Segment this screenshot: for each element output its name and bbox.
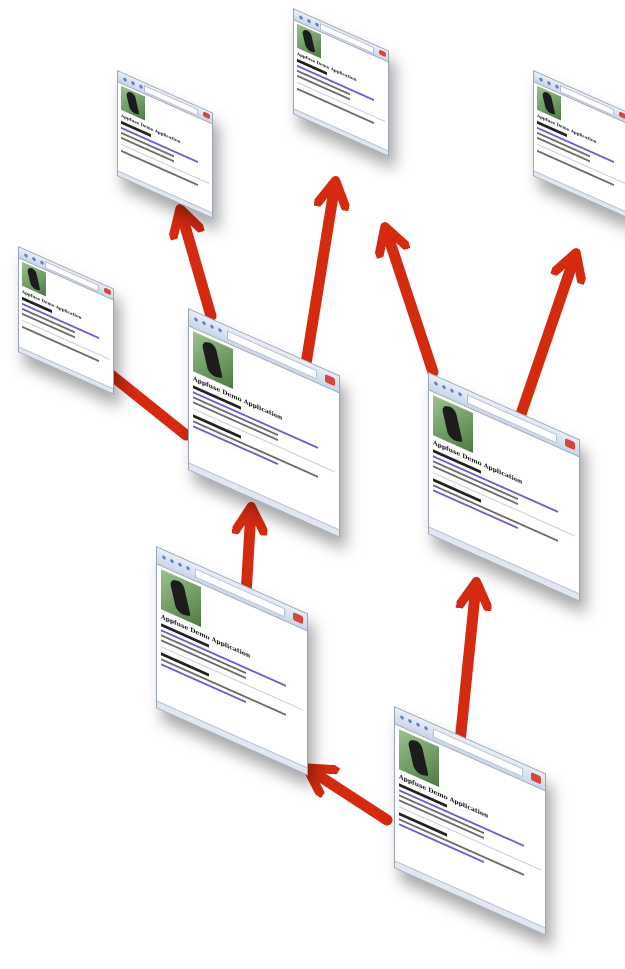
arrow-bottomright-to-right bbox=[453, 585, 476, 758]
close-icon bbox=[203, 111, 210, 120]
arrow-center-to-topleft bbox=[181, 212, 217, 322]
link-line bbox=[161, 629, 286, 687]
arrow-right-to-topright bbox=[513, 256, 575, 426]
close-icon bbox=[531, 771, 541, 785]
arrow-lowerleft-to-center bbox=[246, 510, 251, 601]
link-line bbox=[433, 455, 558, 513]
divider bbox=[193, 408, 335, 473]
link-line bbox=[193, 425, 279, 466]
close-icon bbox=[619, 111, 625, 120]
divider bbox=[399, 806, 541, 871]
link-line bbox=[161, 663, 247, 704]
arrow-center-to-topmiddle bbox=[299, 184, 335, 376]
close-icon bbox=[565, 437, 575, 451]
link-line bbox=[399, 823, 485, 864]
link-line bbox=[399, 789, 524, 847]
divider bbox=[161, 646, 303, 711]
link-line bbox=[193, 391, 318, 449]
close-icon bbox=[293, 611, 303, 625]
divider bbox=[433, 472, 575, 537]
close-icon bbox=[379, 49, 386, 58]
link-line bbox=[433, 489, 519, 530]
close-icon bbox=[104, 287, 111, 296]
close-icon bbox=[325, 373, 335, 387]
arrow-bottomright-to-lowerleft bbox=[310, 770, 393, 826]
arrow-right-to-topmiddle bbox=[386, 230, 439, 378]
